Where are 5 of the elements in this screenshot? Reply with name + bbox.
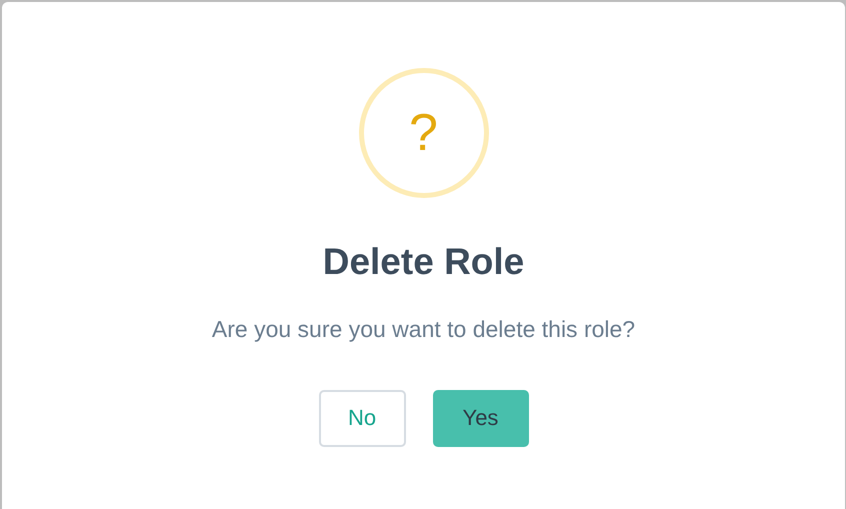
dialog-title: Delete Role bbox=[322, 240, 524, 284]
cancel-button[interactable]: No bbox=[318, 390, 406, 447]
confirm-button[interactable]: Yes bbox=[432, 390, 528, 447]
dialog-message: Are you sure you want to delete this role? bbox=[212, 316, 636, 344]
question-icon: ? bbox=[358, 68, 488, 198]
